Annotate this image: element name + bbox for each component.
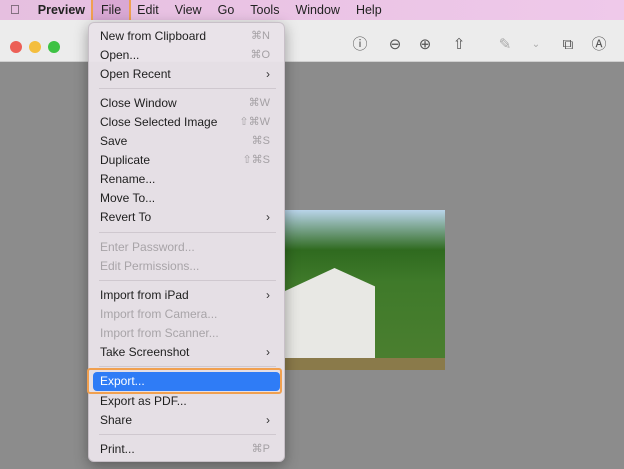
menu-item-label: Import from iPad — [100, 288, 189, 302]
menu-item-label: Enter Password... — [100, 240, 195, 254]
shortcut-label: ⌘O — [250, 49, 270, 61]
chevron-down-icon[interactable]: ⌄ — [527, 36, 545, 54]
minimize-window-button[interactable] — [29, 41, 41, 53]
shortcut-label: ⇧⌘W — [239, 116, 270, 128]
info-icon[interactable]: ⓘ — [351, 36, 369, 54]
menu-item-label: Save — [100, 134, 128, 148]
menu-separator — [99, 232, 276, 233]
menu-item-open[interactable]: Open... ⌘O — [89, 46, 284, 65]
share-icon[interactable]: ⇧ — [450, 36, 468, 54]
menu-item-export-as-pdf[interactable]: Export as PDF... — [89, 392, 284, 411]
menu-item-label: Share — [100, 413, 133, 427]
menu-item-import-from-scanner: Import from Scanner... — [89, 324, 284, 343]
zoom-out-icon[interactable]: ⊖ — [386, 36, 404, 54]
menu-file[interactable]: File — [91, 0, 132, 22]
menu-separator — [99, 280, 276, 281]
shortcut-label: ⌘S — [251, 135, 270, 147]
menu-item-label: Close Window — [100, 96, 177, 110]
menu-item-label: Revert To — [100, 210, 152, 224]
menu-item-label: Import from Camera... — [100, 307, 218, 321]
menu-item-label: Import from Scanner... — [100, 326, 219, 340]
shortcut-label: ⌘P — [251, 443, 270, 455]
menu-item-label: Rename... — [100, 172, 156, 186]
chevron-right-icon: › — [266, 345, 270, 359]
menu-item-open-recent[interactable]: Open Recent › — [89, 65, 284, 84]
menu-item-import-from-camera: Import from Camera... — [89, 305, 284, 324]
menu-bar:  Preview File Edit View Go Tools Window… — [0, 0, 624, 22]
shortcut-label: ⇧⌘S — [242, 154, 270, 166]
menu-item-rename[interactable]: Rename... — [89, 170, 284, 189]
menu-item-label: Export as PDF... — [100, 394, 187, 408]
menu-edit[interactable]: Edit — [129, 0, 167, 20]
menu-item-label: Open... — [100, 48, 140, 62]
menu-go[interactable]: Go — [210, 0, 243, 20]
rotate-icon[interactable]: ⧉ — [559, 36, 577, 54]
menu-item-save[interactable]: Save ⌘S — [89, 132, 284, 151]
menu-item-label: Take Screenshot — [100, 345, 190, 359]
menu-item-label: Move To... — [100, 191, 156, 205]
menu-view[interactable]: View — [167, 0, 210, 20]
menu-item-duplicate[interactable]: Duplicate ⇧⌘S — [89, 151, 284, 170]
menu-item-close-selected-image[interactable]: Close Selected Image ⇧⌘W — [89, 113, 284, 132]
menu-help[interactable]: Help — [348, 0, 390, 20]
chevron-right-icon: › — [266, 210, 270, 224]
menu-item-take-screenshot[interactable]: Take Screenshot › — [89, 343, 284, 362]
menu-item-close-window[interactable]: Close Window ⌘W — [89, 94, 284, 113]
menu-item-move-to[interactable]: Move To... — [89, 189, 284, 208]
menu-item-label: New from Clipboard — [100, 29, 207, 43]
menu-item-new-from-clipboard[interactable]: New from Clipboard ⌘N — [89, 27, 284, 46]
shortcut-label: ⌘W — [248, 97, 270, 109]
menu-item-edit-permissions: Edit Permissions... — [89, 257, 284, 276]
menu-item-label: Duplicate — [100, 153, 151, 167]
menu-item-share[interactable]: Share › — [89, 411, 284, 430]
menu-window[interactable]: Window — [287, 0, 347, 20]
markup-pen-icon[interactable]: ✎ — [496, 36, 514, 54]
file-menu: New from Clipboard ⌘N Open... ⌘O Open Recent… — [88, 22, 285, 462]
menu-separator — [99, 88, 276, 89]
menu-item-label: Print... — [100, 442, 135, 456]
zoom-in-icon[interactable]: ⊕ — [416, 36, 434, 54]
menu-separator — [99, 366, 276, 367]
house-shape — [285, 268, 375, 360]
close-window-button[interactable] — [10, 41, 22, 53]
annotate-icon[interactable]: Ⓐ — [590, 36, 608, 54]
shortcut-label: ⌘N — [251, 30, 270, 42]
menu-item-label: Edit Permissions... — [100, 259, 200, 273]
menu-item-label: Open Recent — [100, 67, 171, 81]
export-highlight-outline — [87, 368, 282, 394]
ground — [285, 358, 445, 370]
menu-item-print[interactable]: Print... ⌘P — [89, 440, 284, 459]
chevron-right-icon: › — [266, 413, 270, 427]
document-image — [285, 210, 445, 370]
apple-menu-icon[interactable]:  — [0, 0, 30, 20]
chevron-right-icon: › — [266, 67, 270, 81]
menu-item-revert-to[interactable]: Revert To › — [89, 208, 284, 227]
menu-item-enter-password: Enter Password... — [89, 238, 284, 257]
zoom-window-button[interactable] — [48, 41, 60, 53]
menu-tools[interactable]: Tools — [242, 0, 287, 20]
menu-item-label: Close Selected Image — [100, 115, 218, 129]
menu-separator — [99, 434, 276, 435]
chevron-right-icon: › — [266, 288, 270, 302]
menu-item-import-from-ipad[interactable]: Import from iPad › — [89, 286, 284, 305]
app-menu[interactable]: Preview — [30, 0, 93, 20]
